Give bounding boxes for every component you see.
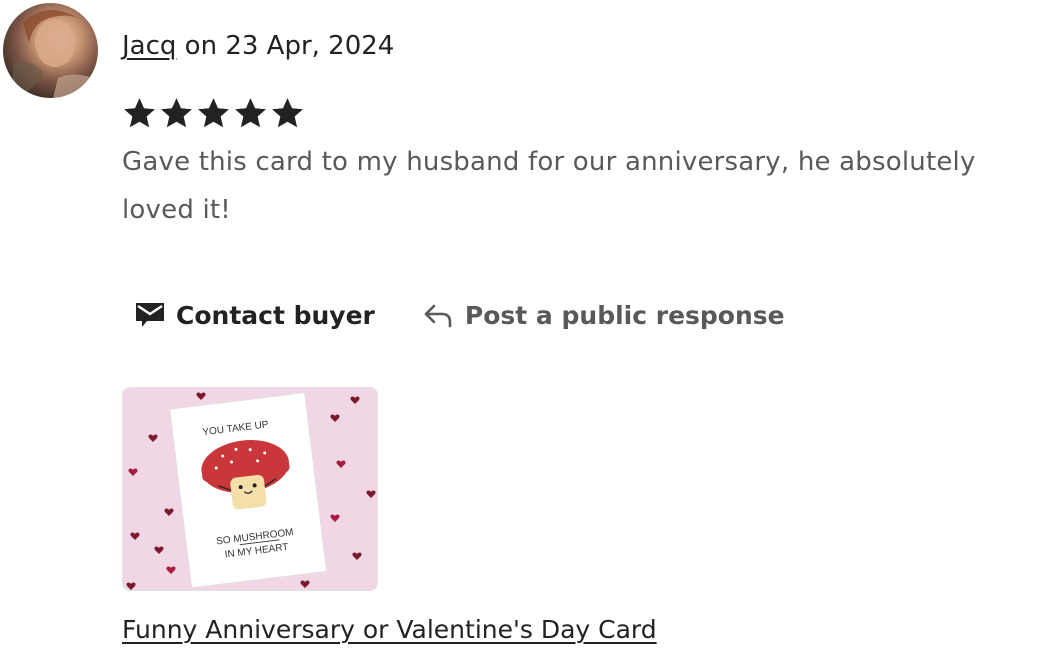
review-actions: Contact buyer Post a public response [130,292,785,338]
star-icon [124,98,155,128]
reviewer-name-link[interactable]: Jacq [122,31,176,61]
star-rating [122,95,305,135]
product-title-link[interactable]: Funny Anniversary or Valentine's Day Car… [122,612,657,648]
star-icon [235,98,266,128]
product-image: YOU TAKE UP SO MUSHROOM IN MY HEART [123,388,377,590]
contact-buyer-label: Contact buyer [176,300,375,330]
reviewer-avatar[interactable] [3,3,98,98]
reply-arrow-icon [423,302,453,328]
star-icon [198,98,229,128]
post-public-response-label: Post a public response [464,300,785,330]
review-text: Gave this card to my husband for our ann… [122,147,976,225]
star-icon [272,98,303,128]
contact-buyer-button[interactable]: Contact buyer [130,300,375,330]
reviewer-line: Jacq on 23 Apr, 2024 [122,28,394,64]
post-public-response-button[interactable]: Post a public response [423,301,785,330]
star-icon [161,98,192,128]
avatar-photo [13,9,98,98]
envelope-icon [134,300,166,330]
product-thumbnail[interactable]: YOU TAKE UP SO MUSHROOM IN MY HEART [122,387,378,591]
review-date: on 23 Apr, 2024 [176,31,395,61]
greeting-card: YOU TAKE UP SO MUSHROOM IN MY HEART [169,392,328,589]
